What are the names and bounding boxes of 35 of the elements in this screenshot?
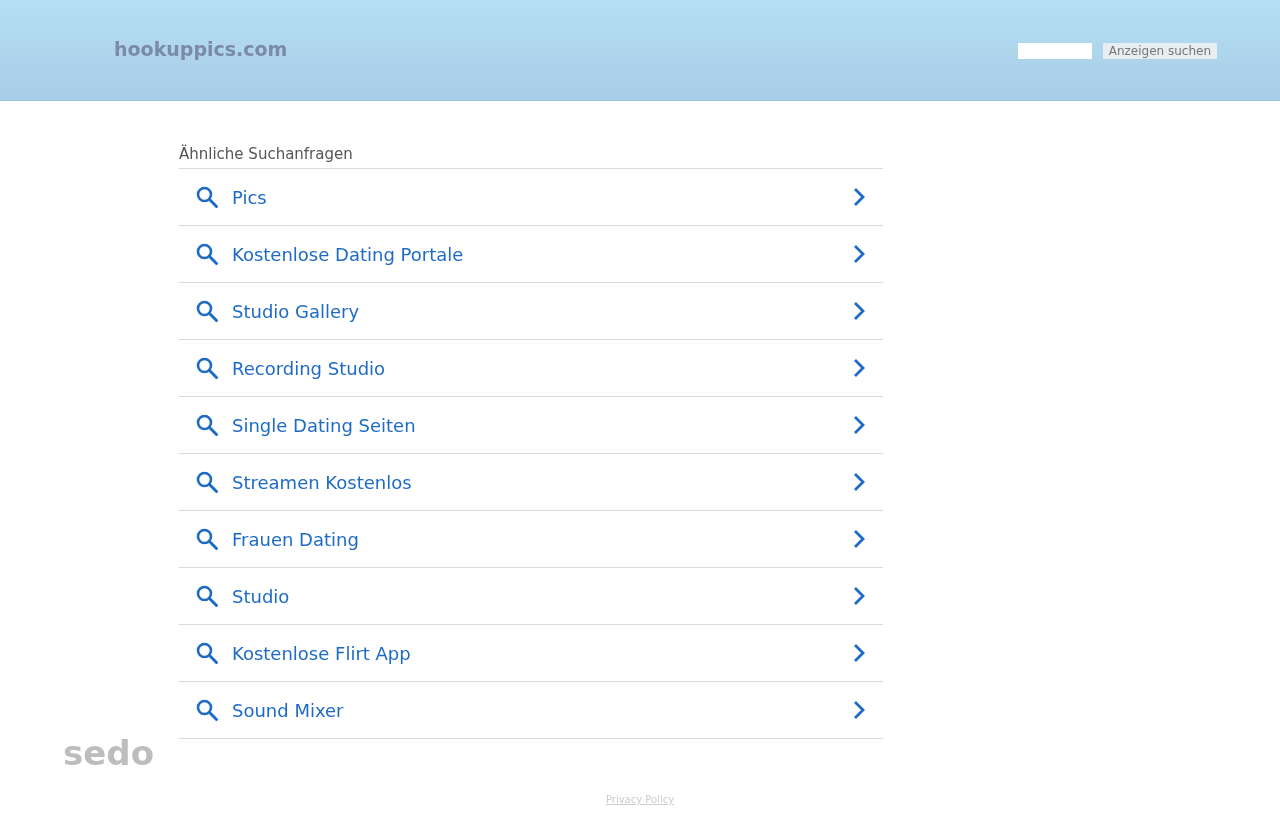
chevron-icon	[853, 301, 865, 321]
search-link[interactable]: Sound Mixer	[179, 682, 883, 738]
search-icon	[195, 299, 219, 323]
search-icon	[195, 584, 219, 608]
chevron-icon	[853, 529, 865, 549]
search-field[interactable]	[1017, 43, 1092, 59]
chevron-icon	[853, 187, 865, 207]
brand-logo: sedo	[63, 733, 154, 773]
chevron-icon	[853, 472, 865, 492]
search-link[interactable]: Kostenlose Dating Portale	[179, 226, 883, 282]
site-logo: hookuppics.com	[114, 38, 288, 60]
chevron-icon	[853, 643, 865, 663]
search-icon	[195, 356, 219, 380]
search-link[interactable]: Streamen Kostenlos	[179, 454, 883, 510]
search-link[interactable]: Studio	[179, 568, 883, 624]
chevron-icon	[853, 244, 865, 264]
search-icon	[195, 527, 219, 551]
chevron-icon	[853, 586, 865, 606]
search-link[interactable]: Studio Gallery	[179, 283, 883, 339]
chevron-icon	[853, 358, 865, 378]
search-link[interactable]: Single Dating Seiten	[179, 397, 883, 453]
search-icon	[195, 185, 219, 209]
search-icon	[195, 242, 219, 266]
search-icon	[195, 698, 219, 722]
search-icon	[195, 641, 219, 665]
search-link[interactable]: Pics	[179, 169, 883, 225]
search-link[interactable]: Frauen Dating	[179, 511, 883, 567]
search-button[interactable]: Anzeigen suchen	[1102, 43, 1217, 59]
chevron-icon	[853, 700, 865, 720]
search-link[interactable]: Recording Studio	[179, 340, 883, 396]
chevron-icon	[853, 415, 865, 435]
search-icon	[195, 413, 219, 437]
search-link[interactable]: Kostenlose Flirt App	[179, 625, 883, 681]
section-heading: Ähnliche Suchanfragen	[179, 145, 883, 169]
search-icon	[195, 470, 219, 494]
